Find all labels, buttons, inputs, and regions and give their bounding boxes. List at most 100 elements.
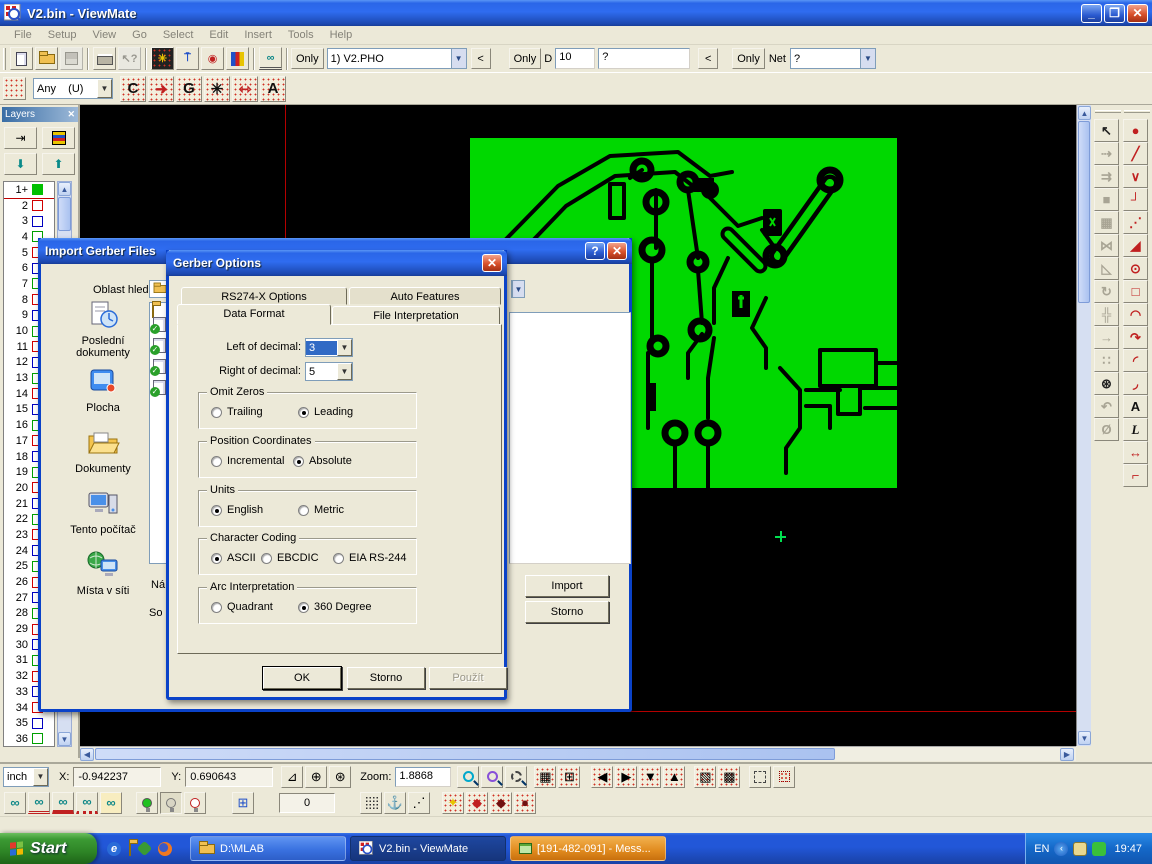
- select-tool-button[interactable]: ↖: [1094, 119, 1119, 142]
- layer-row-2[interactable]: 2: [4, 198, 54, 214]
- hscroll-left-icon[interactable]: ◀: [80, 748, 94, 761]
- selection-mode-arrow[interactable]: ▼: [97, 79, 112, 98]
- net-combobox-arrow[interactable]: ▼: [860, 49, 875, 68]
- open-file-button[interactable]: [35, 47, 58, 70]
- layer-number[interactable]: 17: [6, 435, 32, 447]
- tile-windows-icon[interactable]: ⊞: [232, 792, 254, 814]
- layer-number[interactable]: 20: [6, 482, 32, 494]
- layer-insert-button[interactable]: ⇥: [4, 127, 37, 149]
- layers-panel-title[interactable]: Layers ✕: [2, 107, 78, 122]
- layer-row-1+[interactable]: 1+: [4, 182, 54, 198]
- apply-button[interactable]: Použít: [429, 667, 507, 689]
- examine-pads-icon[interactable]: ∞: [52, 792, 74, 814]
- tray-app-icon[interactable]: [1073, 842, 1087, 856]
- hide-icons-icon[interactable]: ‹: [1054, 842, 1068, 856]
- prev-layer-button[interactable]: <: [471, 48, 491, 69]
- polyline-tool-button[interactable]: ∨: [1123, 165, 1148, 188]
- move-to-layer-tool-button[interactable]: →: [1094, 326, 1119, 349]
- dcode-input[interactable]: 10: [555, 48, 595, 69]
- pan-down-icon[interactable]: ▼: [639, 766, 661, 788]
- layers-scroll-down-icon[interactable]: ▼: [58, 732, 71, 746]
- layer-number[interactable]: 30: [6, 639, 32, 651]
- step-repeat-tool-button[interactable]: ∷: [1094, 349, 1119, 372]
- layer-number[interactable]: 18: [6, 451, 32, 463]
- layer-color-swatch[interactable]: [32, 733, 43, 744]
- menu-item-view[interactable]: View: [84, 27, 124, 43]
- import-close-button[interactable]: ✕: [607, 242, 627, 260]
- radio-circle-icon[interactable]: [261, 553, 272, 564]
- hscroll-right-icon[interactable]: ▶: [1060, 748, 1074, 761]
- net-combobox[interactable]: ? ▼: [790, 48, 876, 69]
- radio-circle-icon[interactable]: [211, 505, 222, 516]
- line-tool-button[interactable]: ╱: [1123, 142, 1148, 165]
- angle-measure-icon[interactable]: ⊿: [281, 766, 303, 788]
- flash-pad-tool-button[interactable]: ●: [1123, 119, 1148, 142]
- zoom-selection-icon[interactable]: [505, 766, 527, 788]
- corner-trace-tool-button[interactable]: ┘: [1123, 188, 1148, 211]
- arc-ccw-tool-button[interactable]: ◜: [1123, 349, 1148, 372]
- radio-circle-icon[interactable]: [211, 456, 222, 467]
- arc-tool-button[interactable]: ◠: [1123, 303, 1148, 326]
- radio-ebcdic[interactable]: EBCDIC: [261, 552, 319, 564]
- menu-item-file[interactable]: File: [6, 27, 40, 43]
- span-filter-button[interactable]: ⇿: [232, 76, 258, 102]
- layer-number[interactable]: 32: [6, 670, 32, 682]
- vector-path-icon[interactable]: ⋰: [408, 792, 430, 814]
- radio-circle-icon[interactable]: [211, 602, 222, 613]
- selection-mode-combobox[interactable]: Any (U) ▼: [33, 78, 113, 99]
- radio-metric[interactable]: Metric: [298, 504, 344, 516]
- hscroll-thumb[interactable]: [95, 748, 835, 760]
- flash-highlight-icon[interactable]: ✦: [442, 792, 464, 814]
- pattern-select-button[interactable]: [3, 77, 26, 100]
- layer-color-swatch[interactable]: [32, 216, 43, 227]
- menu-item-setup[interactable]: Setup: [40, 27, 85, 43]
- layer-number[interactable]: 21: [6, 498, 32, 510]
- taskbar-item-message[interactable]: [191-482-091] - Mess...: [510, 836, 666, 861]
- text-tool-button[interactable]: A: [1123, 395, 1148, 418]
- curve-tool-button[interactable]: ↷: [1123, 326, 1148, 349]
- selected-files-listbox[interactable]: [509, 312, 631, 564]
- measure-button[interactable]: ⍑: [176, 47, 199, 70]
- layer-number[interactable]: 19: [6, 466, 32, 478]
- radio-360-degree[interactable]: 360 Degree: [298, 601, 372, 613]
- radio-circle-icon[interactable]: [333, 553, 344, 564]
- layer-number[interactable]: 14: [6, 388, 32, 400]
- taskbar-item-viewmate[interactable]: V2.bin - ViewMate: [350, 836, 506, 861]
- gcode-filter-button[interactable]: G: [176, 76, 202, 102]
- layer-table-button[interactable]: [42, 127, 75, 149]
- radio-trailing[interactable]: Trailing: [211, 406, 263, 418]
- layer-number[interactable]: 22: [6, 513, 32, 525]
- menu-item-go[interactable]: Go: [124, 27, 155, 43]
- diamond-red-icon[interactable]: ◆: [466, 792, 488, 814]
- examine-trace-icon[interactable]: ∞: [76, 792, 98, 814]
- examine-dots-icon[interactable]: ∞: [4, 792, 26, 814]
- layer-number[interactable]: 5: [6, 247, 32, 259]
- layers-close-icon[interactable]: ✕: [67, 109, 75, 120]
- layer-number[interactable]: 13: [6, 372, 32, 384]
- place-recent-documents[interactable]: Poslední dokumenty: [53, 300, 153, 359]
- layer-number[interactable]: 2: [6, 200, 32, 212]
- grid-origin-icon[interactable]: ▧: [694, 766, 716, 788]
- canvas-vscrollbar[interactable]: ▲ ▼: [1076, 105, 1091, 746]
- storno-button[interactable]: Storno: [347, 667, 425, 689]
- layer-number[interactable]: 12: [6, 356, 32, 368]
- skew-tool-button[interactable]: ◺: [1094, 257, 1119, 280]
- radio-circle-icon[interactable]: [293, 456, 304, 467]
- close-button[interactable]: ✕: [1127, 4, 1148, 23]
- language-indicator[interactable]: EN: [1034, 843, 1049, 855]
- import-cancel-button[interactable]: Storno: [525, 601, 609, 623]
- layer-number[interactable]: 35: [6, 717, 32, 729]
- quicklaunch-firefox-icon[interactable]: [158, 842, 172, 856]
- layer-number[interactable]: 11: [6, 341, 32, 353]
- spread-tool-button[interactable]: ╬: [1094, 303, 1119, 326]
- checked-file-icon[interactable]: ✓: [153, 317, 166, 332]
- quicklaunch-book-icon[interactable]: [137, 841, 153, 857]
- grid-snap-icon[interactable]: ⊞: [558, 766, 580, 788]
- undo-tool-button[interactable]: ↶: [1094, 395, 1119, 418]
- checked-file-icon[interactable]: ✓: [153, 338, 166, 353]
- zoom-in-icon[interactable]: [457, 766, 479, 788]
- diamond-dark-icon[interactable]: ◆: [490, 792, 512, 814]
- layer-number[interactable]: 25: [6, 560, 32, 572]
- polar-origin-icon[interactable]: ⊛: [329, 766, 351, 788]
- elbow-tool-button[interactable]: ⌐: [1123, 464, 1148, 487]
